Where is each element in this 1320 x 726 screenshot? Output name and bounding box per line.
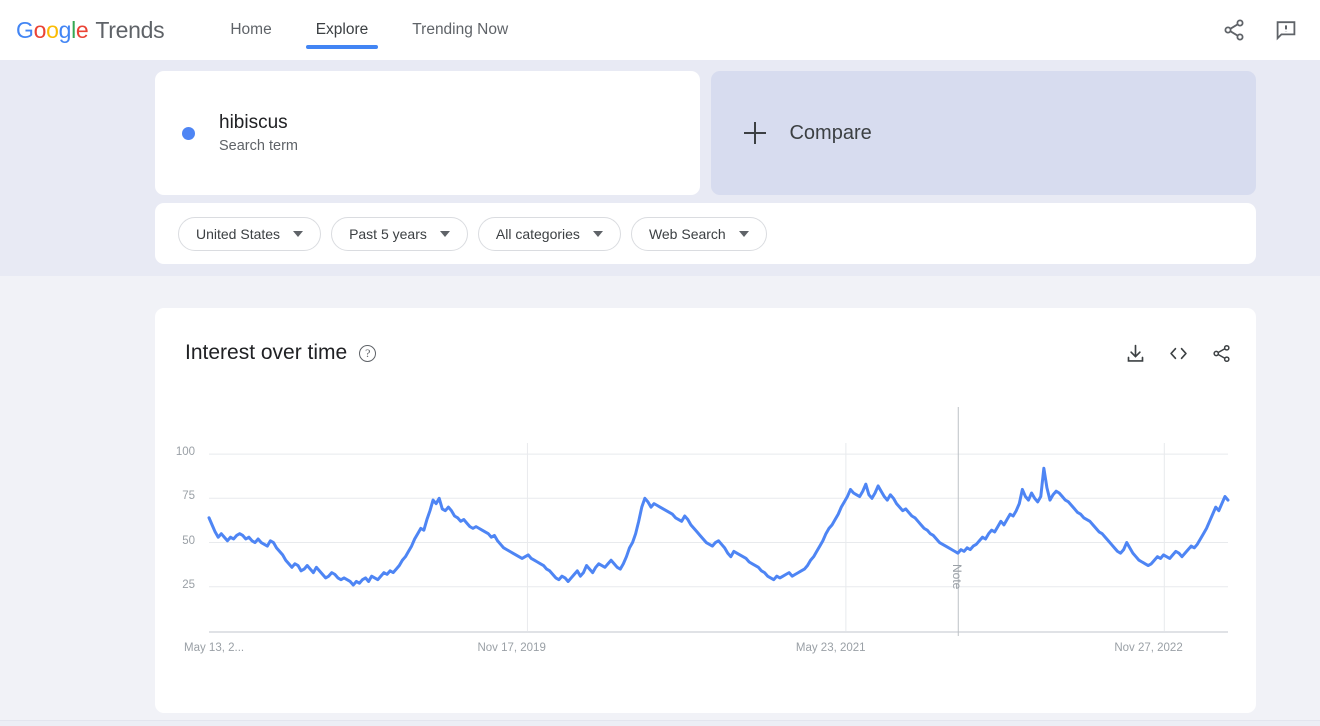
search-term-card[interactable]: hibiscus Search term xyxy=(155,71,701,195)
chevron-down-icon xyxy=(592,230,603,237)
y-axis-tick-100: 100 xyxy=(175,446,195,459)
interest-over-time-card: Interest over time ? 25 50 75 100 May 13, 2.… xyxy=(155,308,1256,713)
search-type-filter-label: Web Search xyxy=(648,225,726,242)
time-range-filter-label: Past 5 years xyxy=(349,225,427,242)
share-icon[interactable] xyxy=(1222,18,1246,42)
x-axis-tick-1: Nov 17, 2019 xyxy=(477,642,546,654)
location-filter[interactable]: United States xyxy=(178,216,322,251)
app-header: Google Trends Home Explore Trending Now xyxy=(0,0,1320,60)
y-axis-tick-50: 50 xyxy=(182,534,195,547)
feedback-icon[interactable] xyxy=(1274,18,1298,42)
google-trends-page: Google Trends Home Explore Trending Now xyxy=(0,0,1320,726)
chart-plot-area[interactable]: 25 50 75 100 May 13, 2... Nov 17, 2019 May 23,… xyxy=(155,308,1256,713)
x-axis-tick-0: May 13, 2... xyxy=(184,642,245,654)
nav-label-home: Home xyxy=(230,21,272,38)
search-term-name: hibiscus xyxy=(219,112,288,133)
category-filter-label: All categories xyxy=(495,225,580,242)
compare-card[interactable]: Compare xyxy=(711,71,1256,195)
y-axis-tick-25: 25 xyxy=(182,578,195,591)
nav-label-explore: Explore xyxy=(315,21,369,38)
chevron-down-icon xyxy=(293,230,304,237)
google-trends-logo[interactable]: Google Trends xyxy=(16,16,165,44)
chevron-down-icon xyxy=(738,230,749,237)
time-range-filter[interactable]: Past 5 years xyxy=(331,216,468,251)
search-term-type: Search term xyxy=(219,138,298,154)
header-actions xyxy=(1222,18,1298,42)
plus-icon xyxy=(744,122,767,144)
compare-label: Compare xyxy=(789,121,872,144)
chart-note-annotation[interactable]: Note xyxy=(950,564,964,589)
page-bottom-edge xyxy=(0,720,1320,726)
series-color-dot xyxy=(182,126,195,140)
search-type-filter[interactable]: Web Search xyxy=(630,216,767,251)
nav-label-trending-now: Trending Now xyxy=(412,21,509,38)
main-nav: Home Explore Trending Now xyxy=(220,0,542,60)
x-axis-tick-3: Nov 27, 2022 xyxy=(1114,642,1183,654)
location-filter-label: United States xyxy=(196,225,281,242)
search-term-text: hibiscus Search term xyxy=(219,112,298,154)
query-row: hibiscus Search term Compare xyxy=(155,71,1256,195)
filters-bar: United States Past 5 years All categorie… xyxy=(155,203,1256,264)
nav-item-home[interactable]: Home xyxy=(220,0,281,60)
x-axis-tick-2: May 23, 2021 xyxy=(795,642,866,654)
category-filter[interactable]: All categories xyxy=(477,216,621,251)
y-axis-tick-75: 75 xyxy=(182,490,195,503)
nav-item-explore[interactable]: Explore xyxy=(305,0,379,60)
logo-google: Google xyxy=(16,16,89,43)
nav-item-trending-now[interactable]: Trending Now xyxy=(402,0,518,60)
chevron-down-icon xyxy=(439,230,450,237)
logo-trends-word: Trends xyxy=(95,16,165,43)
interest-over-time-chart[interactable] xyxy=(155,308,1256,713)
